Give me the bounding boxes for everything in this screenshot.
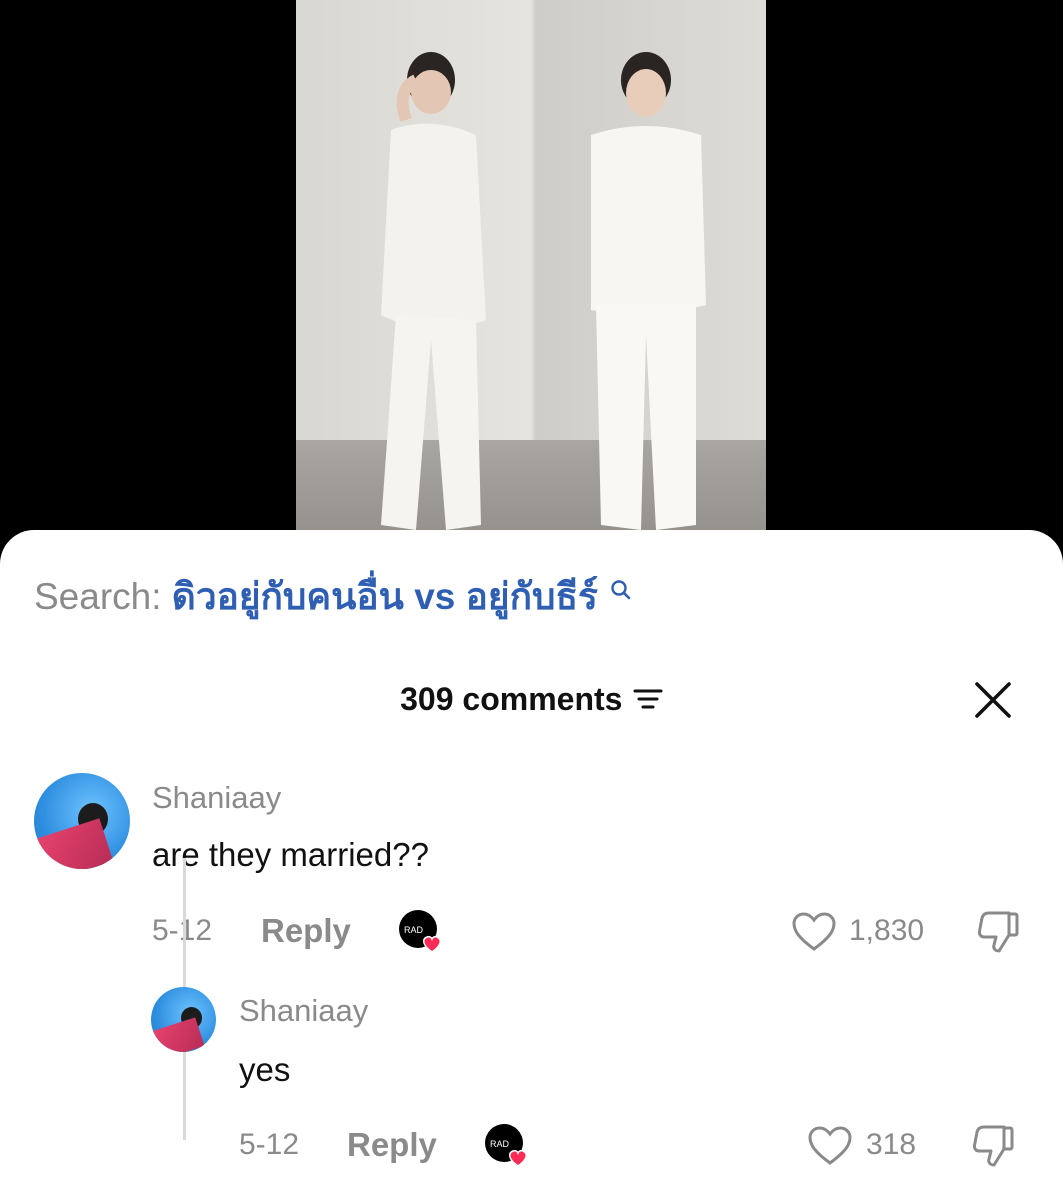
like-count: 1,830 <box>849 914 925 947</box>
app-frame: Search: ดิวอยู่กับคนอื่น vs อยู่กับธีร์ … <box>0 0 1063 1200</box>
reply-avatar[interactable] <box>151 987 216 1052</box>
comment-count: 309 comments <box>400 681 623 717</box>
dislike-icon[interactable] <box>970 1123 1016 1169</box>
search-term[interactable]: ดิวอยู่กับคนอื่น vs อยู่กับธีร์ <box>172 576 598 617</box>
close-icon[interactable] <box>973 680 1013 720</box>
search-icon[interactable] <box>610 579 632 601</box>
creator-liked-badge: RAD <box>485 1124 528 1167</box>
search-label: Search: <box>34 576 162 617</box>
comments-header: 309 comments <box>0 676 1063 722</box>
reply-date: 5-12 <box>239 1128 300 1161</box>
comment-text: are they married?? <box>152 836 429 873</box>
heart-outline-icon[interactable] <box>791 911 837 953</box>
reply-text: yes <box>239 1051 291 1088</box>
reply-button[interactable]: Reply <box>261 913 351 949</box>
dislike-icon[interactable] <box>975 909 1021 955</box>
person-left-figure <box>381 52 486 530</box>
avatar[interactable] <box>34 773 130 869</box>
creator-liked-badge: RAD <box>399 910 442 953</box>
avatar-shirt <box>34 818 114 869</box>
like-count: 318 <box>866 1128 917 1161</box>
search-suggestion[interactable]: Search: ดิวอยู่กับคนอื่น vs อยู่กับธีร์ <box>34 575 632 619</box>
reply-button[interactable]: Reply <box>347 1127 437 1163</box>
avatar-shirt <box>151 1017 205 1052</box>
badge-text: RAD <box>404 925 424 935</box>
comment-username[interactable]: Shaniaay <box>152 780 281 816</box>
sort-icon[interactable] <box>633 687 663 711</box>
badge-text: RAD <box>490 1139 510 1149</box>
reply-username[interactable]: Shaniaay <box>239 993 368 1029</box>
person-right-figure <box>591 52 706 530</box>
video-player[interactable] <box>296 0 766 560</box>
heart-outline-icon[interactable] <box>807 1125 853 1167</box>
